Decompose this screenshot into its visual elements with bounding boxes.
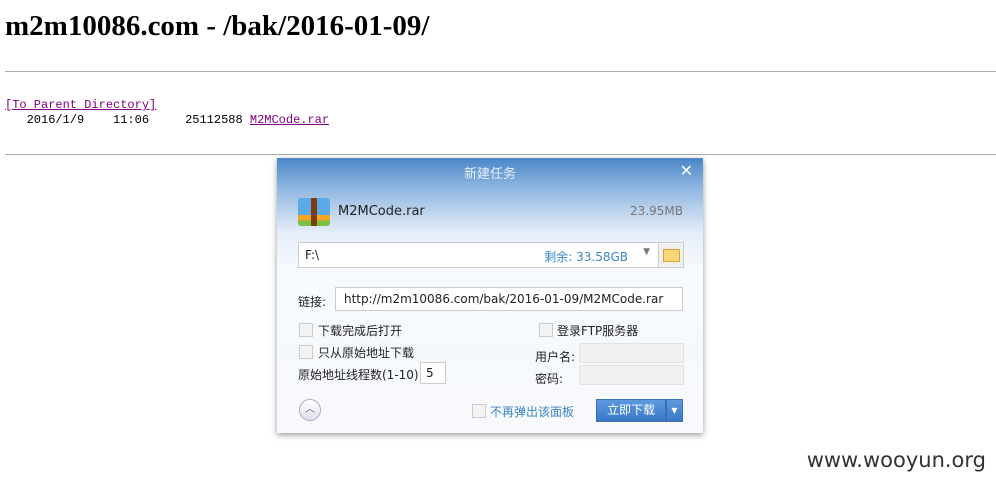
open-after-checkbox[interactable] — [299, 323, 313, 337]
save-path-select[interactable]: F:\ 剩余: 33.58GB ▼ — [298, 242, 659, 268]
password-label: 密码: — [535, 372, 564, 386]
open-after-label: 下载完成后打开 — [318, 324, 403, 338]
link-label: 链接: — [298, 295, 327, 309]
username-input[interactable] — [579, 343, 684, 363]
watermark: www.wooyun.org — [806, 448, 986, 472]
download-options-chevron-icon[interactable]: ▼ — [666, 399, 683, 422]
file-time: 11:06 — [113, 113, 150, 127]
close-icon[interactable]: ✕ — [680, 161, 693, 180]
threads-input[interactable]: 5 — [420, 362, 446, 384]
free-space: 剩余: 33.58GB — [544, 250, 628, 264]
parent-directory-link[interactable]: [To Parent Directory] — [5, 98, 156, 112]
chevron-down-icon[interactable]: ▼ — [643, 247, 650, 257]
no-popup-checkbox[interactable] — [472, 404, 486, 418]
divider — [5, 154, 996, 155]
divider — [5, 71, 996, 72]
only-origin-checkbox[interactable] — [299, 345, 313, 359]
page-title: m2m10086.com - /bak/2016-01-09/ — [5, 10, 430, 42]
new-task-dialog: 新建任务 ✕ M2MCode.rar 23.95MB F:\ 剩余: 33.58… — [277, 158, 703, 433]
threads-label: 原始地址线程数(1-10) — [298, 368, 419, 382]
link-value: http://m2m10086.com/bak/2016-01-09/M2MCo… — [344, 292, 664, 306]
rar-file-icon — [298, 198, 330, 226]
file-date: 2016/1/9 — [26, 113, 85, 127]
folder-button[interactable] — [658, 242, 684, 268]
download-now-button[interactable]: 立即下载 — [596, 399, 666, 422]
ftp-login-checkbox[interactable] — [539, 323, 553, 337]
dialog-title: 新建任务 — [463, 167, 516, 182]
save-path: F:\ — [305, 248, 320, 262]
file-link[interactable]: M2MCode.rar — [250, 113, 329, 127]
username-label: 用户名: — [535, 350, 576, 364]
link-input[interactable]: http://m2m10086.com/bak/2016-01-09/M2MCo… — [335, 287, 683, 311]
ftp-login-label: 登录FTP服务器 — [557, 324, 639, 338]
folder-icon — [663, 249, 680, 262]
threads-value: 5 — [426, 366, 434, 380]
password-input[interactable] — [579, 365, 684, 385]
only-origin-label: 只从原始地址下载 — [318, 346, 415, 360]
file-name: M2MCode.rar — [338, 204, 425, 219]
collapse-up-icon[interactable]: ︿ — [299, 399, 321, 421]
file-listing: [To Parent Directory] 2016/1/9 11:06 251… — [5, 98, 329, 128]
file-size: 23.95MB — [630, 204, 683, 218]
no-popup-label[interactable]: 不再弹出该面板 — [490, 403, 574, 420]
file-size: 25112588 — [185, 113, 243, 127]
